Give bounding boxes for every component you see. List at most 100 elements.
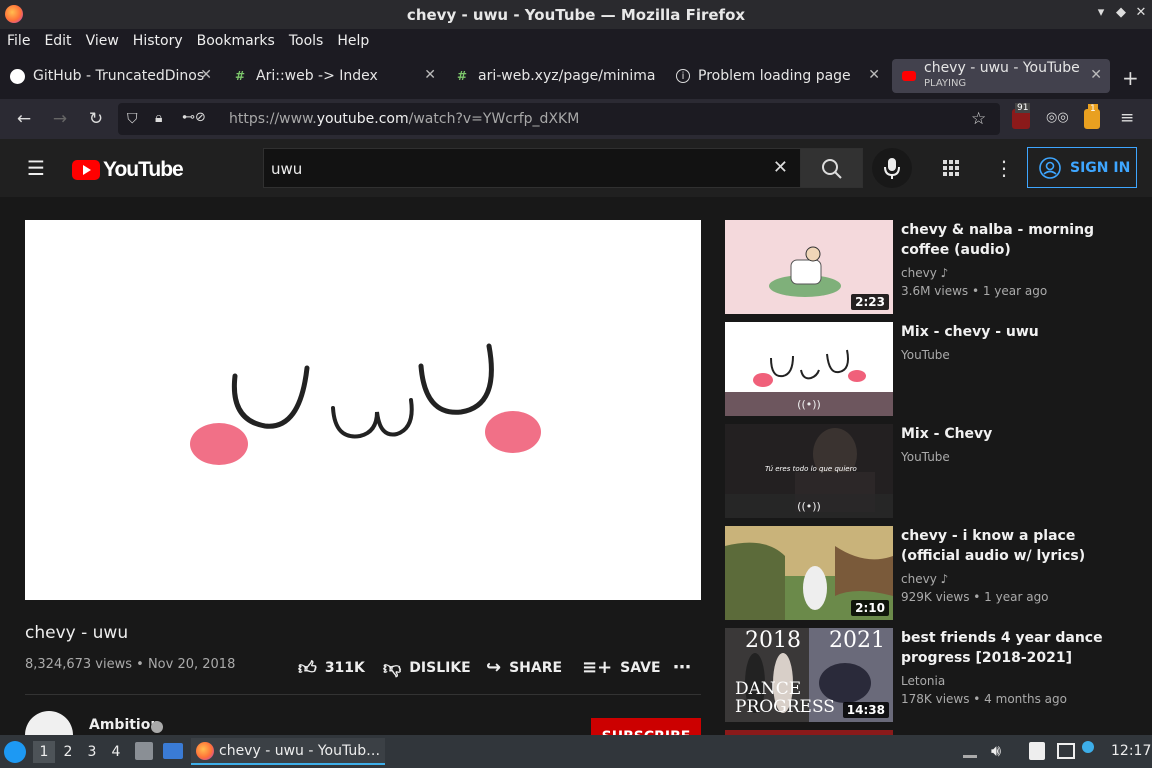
search-button[interactable] [800,148,863,188]
tab-bar: GitHub - TruncatedDinos ✕ # Ari::web -> … [0,53,1152,99]
back-icon[interactable]: ← [13,108,35,130]
close-tab-icon[interactable]: ✕ [424,67,436,83]
more-actions-icon[interactable]: ⋯ [673,657,691,678]
video-duration: 2:23 [851,294,889,310]
recommendation-channel[interactable]: YouTube [901,348,950,362]
recommendation-title[interactable]: Mix - Chevy [901,424,1131,444]
channel-name[interactable]: Ambition [89,717,160,733]
tab-label: Ari::web -> Index [256,68,378,84]
mix-thumbnail[interactable]: Tú eres todo lo que quiero ((•)) [725,424,893,518]
thumbnail-year-left: 2018 [745,628,801,653]
url-bar[interactable]: ⛉ 🔒︎ ⊷⊘ https://www.youtube.com/watch?v=… [118,103,1000,135]
bookmark-star-icon[interactable]: ☆ [971,109,986,129]
recommendation-channel[interactable]: YouTube [901,450,950,464]
recommendation-item[interactable]: 2018 2021 DANCE PROGRESS 14:38 best frie… [725,628,1145,722]
menu-view[interactable]: View [86,33,119,49]
video-thumbnail[interactable]: 2018 2021 DANCE PROGRESS 14:38 [725,628,893,722]
menu-edit[interactable]: Edit [44,33,71,49]
workspace-2[interactable]: 2 [57,741,79,763]
forward-icon[interactable]: → [49,108,71,130]
network-icon[interactable] [1057,743,1075,759]
close-window-icon[interactable]: ✕ [1132,5,1150,20]
recommendation-channel[interactable]: Letonia [901,674,945,688]
clipboard-icon[interactable] [1029,742,1045,760]
close-tab-icon[interactable]: ✕ [868,67,880,83]
sign-in-button[interactable]: SIGN IN [1027,147,1137,188]
system-taskbar: 1 2 3 4 chevy - uwu - YouTub… 🔊︎ 12:17 [0,735,1152,768]
dislike-button[interactable]: 👎︎ DISLIKE [383,657,471,679]
extension-icon[interactable]: 1 [1084,104,1100,129]
youtube-logo[interactable]: YouTube [72,158,184,182]
new-tab-icon[interactable]: + [1122,66,1139,90]
clear-search-icon[interactable]: ✕ [773,157,788,178]
clock[interactable]: 12:17 [1111,743,1151,759]
recommendation-channel[interactable]: chevy ♪ [901,266,948,280]
notification-icon[interactable] [1082,741,1094,753]
view-count: 8,324,673 views [25,657,133,672]
tab-label: ari-web.xyz/page/minima [478,68,656,84]
workspace-1[interactable]: 1 [33,741,55,763]
youtube-play-icon [72,160,100,180]
mix-thumbnail[interactable]: ((•)) [725,322,893,416]
workspace-4[interactable]: 4 [105,741,127,763]
recommendation-item[interactable]: 2:23 chevy & nalba - morning coffee (aud… [725,220,1145,314]
search-input[interactable]: uwu ✕ [263,148,801,188]
menu-help[interactable]: Help [337,33,369,49]
save-button[interactable]: ≡+ SAVE [582,657,661,678]
recommendation-title[interactable]: chevy - i know a place (official audio w… [901,526,1131,566]
menu-bar: File Edit View History Bookmarks Tools H… [0,29,1152,53]
recommendation-title[interactable]: best friends 4 year dance progress [2018… [901,628,1131,668]
voice-search-button[interactable] [872,148,912,188]
mix-radio-icon: ((•)) [725,392,893,416]
workspace-3[interactable]: 3 [81,741,103,763]
app-launcher-icon[interactable] [4,741,26,763]
tab-github[interactable]: GitHub - TruncatedDinos ✕ [0,59,220,93]
menu-bookmarks[interactable]: Bookmarks [197,33,275,49]
recommendation-title[interactable]: chevy & nalba - morning coffee (audio) [901,220,1131,260]
close-tab-icon[interactable]: ✕ [200,67,212,83]
url-text[interactable]: https://www.youtube.com/watch?v=YWcrfp_d… [229,111,579,127]
like-button[interactable]: 👍︎ 311K [298,657,365,679]
video-thumbnail[interactable]: 2:23 [725,220,893,314]
desktop-icon[interactable] [163,743,183,759]
lock-icon[interactable]: 🔒︎ [155,110,162,126]
privacy-extension-icon[interactable]: ◎◎ [1046,110,1069,128]
channel-avatar[interactable] [25,711,73,735]
subscribe-button[interactable]: SUBSCRIBE [591,718,701,735]
recommendation-item[interactable]: Tú eres todo lo que quiero ((•)) Mix - C… [725,424,1145,518]
hamburger-menu-icon[interactable]: ≡ [1120,108,1134,128]
minimize-icon[interactable]: ▾ [1092,5,1110,20]
recommendation-title[interactable]: Mix - chevy - uwu [901,322,1131,342]
recommendation-channel[interactable]: chevy ♪ [901,572,948,586]
menu-file[interactable]: File [7,33,30,49]
maximize-icon[interactable]: ◆ [1112,5,1130,20]
recommendation-item[interactable]: 2:10 chevy - i know a place (official au… [725,526,1145,620]
guide-menu-icon[interactable]: ☰ [27,156,45,180]
tray-expand-icon[interactable] [963,744,977,758]
video-thumbnail[interactable]: 2:10 [725,526,893,620]
recommendation-item[interactable]: ((•)) Mix - chevy - uwu YouTube [725,322,1145,416]
volume-icon[interactable]: 🔊︎ [991,741,1001,761]
thumbnail-text: DANCE PROGRESS [735,679,835,717]
share-icon: ↪ [486,657,502,678]
search-icon [822,159,842,179]
apps-grid-icon[interactable] [943,160,961,182]
verified-badge-icon [151,721,163,733]
share-button[interactable]: ↪ SHARE [486,657,562,678]
tab-youtube-active[interactable]: chevy - uwu - YouTube PLAYING ✕ [892,59,1110,93]
tracking-shield-icon[interactable]: ⛉ [127,111,138,127]
tab-problem-loading[interactable]: i Problem loading page ✕ [666,59,888,93]
taskbar-task-firefox[interactable]: chevy - uwu - YouTub… [191,738,385,765]
tab-ari-web-minimal[interactable]: # ari-web.xyz/page/minima [444,59,666,93]
video-title: chevy - uwu [25,623,129,643]
settings-kebab-icon[interactable]: ⋮ [994,156,1014,180]
video-player[interactable] [25,220,701,600]
file-manager-icon[interactable] [135,742,153,760]
menu-history[interactable]: History [133,33,183,49]
close-tab-icon[interactable]: ✕ [1090,67,1102,83]
menu-tools[interactable]: Tools [289,33,324,49]
reload-icon[interactable]: ↻ [85,108,107,130]
tab-ari-web-index[interactable]: # Ari::web -> Index ✕ [222,59,444,93]
permissions-icon[interactable]: ⊷⊘ [182,110,206,125]
ublock-extension-icon[interactable]: 91 [1012,103,1031,129]
